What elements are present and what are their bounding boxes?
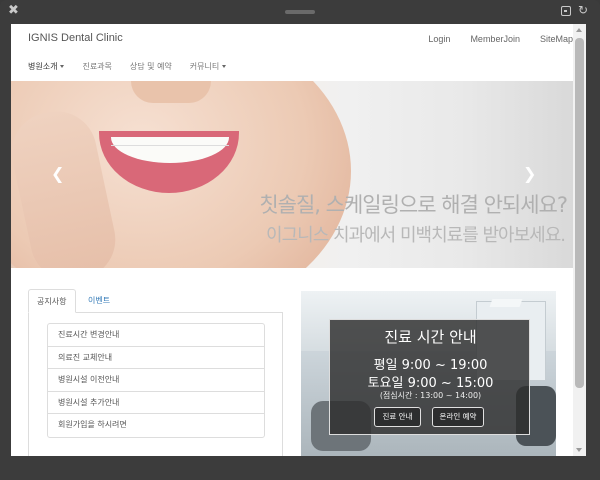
nav-item-label: 병원소개 xyxy=(28,62,58,71)
nav-item-consultation[interactable]: 상담 및 예약 xyxy=(130,61,172,72)
window-restore-icon[interactable] xyxy=(561,6,571,16)
hero-carousel: ❮ ❯ 칫솔질, 스케일링으로 해결 안되세요? 이그니스 치과에서 미백치료를… xyxy=(11,81,573,268)
hours-weekday: 평일 9:00 ~ 19:00 xyxy=(373,358,488,373)
site-header: IGNIS Dental Clinic Login MemberJoin Sit… xyxy=(11,24,573,80)
notice-list: 진료시간 변경안내 의료진 교체안내 병원시설 이전안내 병원시설 추가안내 회… xyxy=(47,323,265,438)
hours-lunch: (점심시간 : 13:00 ~ 14:00) xyxy=(379,391,482,400)
page-viewport: IGNIS Dental Clinic Login MemberJoin Sit… xyxy=(11,24,586,456)
list-item[interactable]: 회원가입을 하시려면 xyxy=(48,414,264,437)
list-item[interactable]: 의료진 교체안내 xyxy=(48,347,264,369)
tab-panel: 진료시간 변경안내 의료진 교체안내 병원시설 이전안내 병원시설 추가안내 회… xyxy=(28,313,283,456)
login-link[interactable]: Login xyxy=(428,34,450,44)
scrollbar-thumb[interactable] xyxy=(575,38,584,388)
scroll-down-arrow-icon[interactable] xyxy=(576,448,582,452)
tab-events[interactable]: 이벤트 xyxy=(80,289,118,313)
hero-headline: 칫솔질, 스케일링으로 해결 안되세요? xyxy=(259,193,568,217)
chevron-left-icon[interactable]: ❮ xyxy=(51,166,64,182)
top-links: Login MemberJoin SiteMap xyxy=(408,34,573,44)
hero-teeth-line xyxy=(111,145,229,146)
nav-item-departments[interactable]: 진료과목 xyxy=(82,61,111,72)
scroll-up-arrow-icon[interactable] xyxy=(576,28,582,32)
hero-subline: 이그니스 치과에서 미백치료를 받아보세요. xyxy=(266,225,566,246)
nav-item-label: 커뮤니티 xyxy=(189,62,220,71)
browser-window: ✖ ↻ IGNIS Dental Clinic Login MemberJoin… xyxy=(0,0,600,480)
sitemap-link[interactable]: SiteMap xyxy=(540,34,573,44)
hero-nose-shape xyxy=(131,81,211,103)
nav-item-about[interactable]: 병원소개 xyxy=(28,61,65,72)
online-reservation-button[interactable]: 온라인 예약 xyxy=(432,407,484,427)
nav-item-label: 상담 및 예약 xyxy=(129,62,172,71)
notice-tabs: 공지사항 이벤트 진료시간 변경안내 의료진 교체안내 병원시설 이전안내 병원… xyxy=(28,289,283,456)
treatment-info-button[interactable]: 진료 안내 xyxy=(374,407,421,427)
chevron-down-icon xyxy=(60,65,65,68)
list-item[interactable]: 진료시간 변경안내 xyxy=(48,324,264,347)
clinic-room-light xyxy=(489,299,523,307)
drag-handle[interactable] xyxy=(285,10,315,14)
tab-bar: 공지사항 이벤트 xyxy=(28,289,283,313)
hours-saturday: 토요일 9:00 ~ 15:00 xyxy=(367,376,494,391)
nav-item-community[interactable]: 커뮤니티 xyxy=(189,61,227,72)
brand-logo[interactable]: IGNIS Dental Clinic xyxy=(28,32,123,44)
chevron-right-icon[interactable]: ❯ xyxy=(523,166,536,182)
hours-overlay: 진료 시간 안내 평일 9:00 ~ 19:00 토요일 9:00 ~ 15:0… xyxy=(329,319,530,435)
scrollbar[interactable] xyxy=(573,24,586,456)
main-nav: 병원소개 진료과목 상담 및 예약 커뮤니티 xyxy=(28,61,244,72)
list-item[interactable]: 병원시설 이전안내 xyxy=(48,369,264,392)
list-item[interactable]: 병원시설 추가안내 xyxy=(48,392,264,414)
reload-icon[interactable]: ↻ xyxy=(578,3,588,17)
window-titlebar: ✖ ↻ xyxy=(0,0,600,24)
clinic-hours-card: 진료 시간 안내 평일 9:00 ~ 19:00 토요일 9:00 ~ 15:0… xyxy=(301,291,556,456)
window-bottom-bar xyxy=(0,456,600,480)
close-icon[interactable]: ✖ xyxy=(8,4,19,18)
tab-notices[interactable]: 공지사항 xyxy=(28,289,76,313)
member-join-link[interactable]: MemberJoin xyxy=(470,34,520,44)
chevron-down-icon xyxy=(222,65,227,68)
nav-item-label: 진료과목 xyxy=(82,62,112,71)
hours-title: 진료 시간 안내 xyxy=(384,328,477,346)
